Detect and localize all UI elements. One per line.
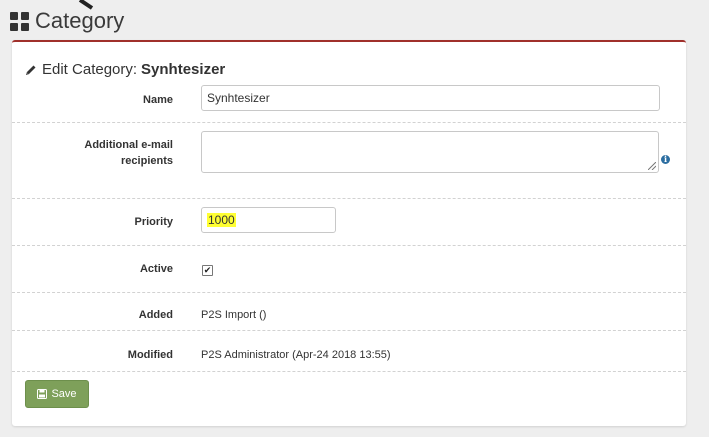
priority-value: 1000	[207, 213, 236, 227]
added-row: Added P2S Import ()	[12, 293, 686, 331]
active-label: Active	[139, 263, 173, 275]
save-button-label: Save	[51, 388, 77, 400]
panel-heading-prefix: Edit Category:	[42, 61, 138, 78]
recipients-label: Additional e-mail recipients	[84, 139, 173, 167]
panel-heading: Edit Category: Synhtesizer	[25, 61, 225, 78]
pencil-icon	[25, 64, 37, 76]
save-button[interactable]: Save	[25, 380, 89, 408]
recipients-textarea[interactable]	[201, 131, 659, 173]
recipients-row: Additional e-mail recipients i	[12, 123, 686, 199]
page-header: Category	[10, 6, 124, 36]
modified-value: P2S Administrator (Apr-24 2018 13:55)	[201, 349, 391, 361]
edit-category-panel: Edit Category: Synhtesizer Name Synhtesi…	[12, 40, 686, 426]
priority-row: Priority 1000	[12, 199, 686, 246]
page-title: Category	[35, 8, 125, 33]
added-label: Added	[138, 309, 173, 321]
active-row: Active ✔	[12, 246, 686, 293]
modified-label: Modified	[127, 349, 173, 361]
modified-row: Modified P2S Administrator (Apr-24 2018 …	[12, 331, 686, 372]
info-icon[interactable]: i	[661, 155, 670, 164]
active-checkbox[interactable]: ✔	[202, 265, 213, 276]
name-label: Name	[143, 94, 173, 106]
resize-grip-icon[interactable]	[648, 162, 656, 170]
save-disk-icon	[37, 389, 48, 399]
added-value: P2S Import ()	[201, 309, 267, 321]
panel-heading-category-name: Synhtesizer	[141, 61, 226, 78]
name-row: Name Synhtesizer	[12, 82, 686, 123]
priority-label: Priority	[134, 216, 173, 228]
grid-icon	[10, 11, 29, 31]
cursor-icon	[78, 0, 94, 10]
priority-input[interactable]: 1000	[201, 207, 336, 233]
name-input[interactable]: Synhtesizer	[201, 85, 660, 111]
